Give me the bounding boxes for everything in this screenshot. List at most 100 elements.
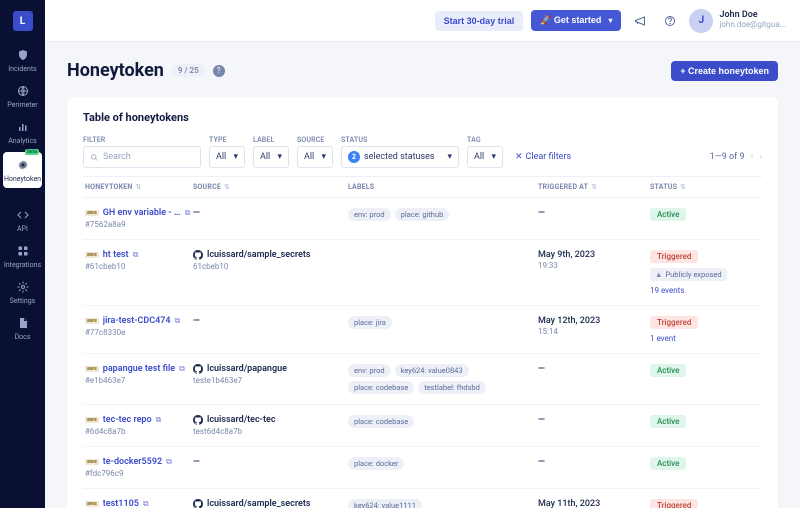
label-tag[interactable]: place: docker bbox=[348, 457, 404, 470]
code-icon bbox=[16, 208, 30, 222]
github-icon bbox=[193, 250, 203, 260]
github-icon bbox=[193, 415, 203, 425]
honeytoken-id: #77c8330e bbox=[85, 328, 193, 337]
copy-icon[interactable]: ⧉ bbox=[133, 250, 139, 260]
label-tag[interactable]: key624: value0843 bbox=[395, 364, 469, 377]
sidebar-item-label: Honeytoken bbox=[4, 175, 41, 183]
honeytoken-link[interactable]: ht test bbox=[103, 250, 129, 260]
shield-icon bbox=[16, 48, 30, 62]
aws-badge: aws bbox=[85, 459, 99, 465]
label-tag[interactable]: env: prod bbox=[348, 364, 391, 377]
sidebar-item-label: Perimeter bbox=[7, 101, 37, 109]
user-email: john.doe@gitgua... bbox=[719, 21, 786, 30]
label-tag[interactable]: env: prod bbox=[348, 208, 391, 221]
source-repo[interactable]: lcuissard/papangue bbox=[207, 364, 287, 374]
label-tag[interactable]: place: codebase bbox=[348, 415, 414, 428]
source-file: test6d4c8a7b bbox=[193, 427, 348, 436]
label-tag[interactable]: place: codebase bbox=[348, 381, 414, 394]
page-title: Honeytoken bbox=[67, 60, 164, 81]
aws-badge: aws bbox=[85, 252, 99, 258]
clear-filters-button[interactable]: ✕Clear filters bbox=[515, 146, 571, 168]
x-icon: ✕ bbox=[515, 152, 523, 162]
copy-icon[interactable]: ⧉ bbox=[166, 457, 172, 467]
get-started-button[interactable]: 🚀 Get started bbox=[531, 10, 621, 31]
sidebar-item-honeytoken[interactable]: betaHoneytoken bbox=[3, 152, 42, 188]
sidebar-item-incidents[interactable]: Incidents bbox=[0, 42, 45, 78]
events-link[interactable]: 19 events bbox=[650, 286, 740, 295]
start-trial-button[interactable]: Start 30-day trial bbox=[435, 11, 524, 31]
gear-icon bbox=[16, 158, 30, 172]
honeytoken-link[interactable]: papangue test file bbox=[103, 364, 175, 374]
sidebar-item-api[interactable]: API bbox=[0, 202, 45, 238]
honeytoken-link[interactable]: test1105 bbox=[103, 499, 139, 508]
table-header: HONEYTOKEN⇅ SOURCE⇅ LABELS TRIGGERED AT⇅… bbox=[83, 176, 762, 198]
honeytoken-link[interactable]: GH env variable - dat... bbox=[103, 208, 181, 218]
search-icon bbox=[90, 153, 99, 162]
source-repo[interactable]: lcuissard/tec-tec bbox=[207, 415, 276, 425]
copy-icon[interactable]: ⧉ bbox=[143, 499, 149, 508]
pager: 1—9 of 9 ‹ › bbox=[710, 146, 762, 168]
prev-page-button[interactable]: ‹ bbox=[751, 152, 754, 162]
honeytoken-link[interactable]: jira-test-CDC474 bbox=[103, 316, 171, 326]
copy-icon[interactable]: ⧉ bbox=[175, 316, 181, 326]
tag-filter[interactable]: All▾ bbox=[467, 146, 503, 168]
announce-icon[interactable] bbox=[629, 10, 651, 32]
sidebar-item-settings[interactable]: Settings bbox=[0, 274, 45, 310]
no-trigger: — bbox=[538, 457, 545, 467]
col-triggered[interactable]: TRIGGERED AT⇅ bbox=[538, 183, 650, 191]
help-icon[interactable] bbox=[659, 10, 681, 32]
no-source: — bbox=[193, 208, 200, 218]
col-honeytoken[interactable]: HONEYTOKEN⇅ bbox=[83, 183, 193, 191]
label-tag[interactable]: place: github bbox=[395, 208, 450, 221]
create-honeytoken-button[interactable]: + Create honeytoken bbox=[671, 61, 778, 81]
honeytoken-id: #e1b463e7 bbox=[85, 376, 193, 385]
search-input[interactable]: Search bbox=[83, 146, 201, 168]
sidebar-item-perimeter[interactable]: Perimeter bbox=[0, 78, 45, 114]
col-labels: LABELS bbox=[348, 183, 538, 191]
honeytoken-link[interactable]: tec-tec repo bbox=[103, 415, 152, 425]
sidebar: L Incidents Perimeter Analytics betaHoneyto… bbox=[0, 0, 45, 508]
page-help-icon[interactable]: ? bbox=[213, 65, 225, 77]
status-badge: Active bbox=[650, 364, 686, 377]
label-filter[interactable]: All▾ bbox=[253, 146, 289, 168]
github-icon bbox=[193, 499, 203, 508]
logo[interactable]: L bbox=[0, 0, 45, 42]
sidebar-item-label: Incidents bbox=[8, 65, 37, 73]
sidebar-item-integrations[interactable]: Integrations bbox=[0, 238, 45, 274]
no-trigger: — bbox=[538, 364, 545, 374]
copy-icon[interactable]: ⧉ bbox=[179, 364, 185, 374]
table-row: awsht test⧉ #61cbeb10lcuissard/sample_se… bbox=[83, 240, 762, 306]
label-tag[interactable]: place: jira bbox=[348, 316, 392, 329]
source-repo[interactable]: lcuissard/sample_secrets bbox=[207, 499, 310, 508]
honeytoken-link[interactable]: te-docker5592 bbox=[103, 457, 162, 467]
source-repo[interactable]: lcuissard/sample_secrets bbox=[207, 250, 310, 260]
honeytoken-id: #7562a8a9 bbox=[85, 220, 193, 229]
type-filter[interactable]: All▾ bbox=[209, 146, 245, 168]
honeytoken-table-card: Table of honeytokens FILTER Search TYPEA… bbox=[67, 97, 778, 508]
triggered-date: May 11th, 2023 bbox=[538, 499, 650, 508]
sidebar-item-label: Analytics bbox=[8, 137, 37, 145]
sidebar-item-label: Docs bbox=[15, 333, 31, 341]
events-link[interactable]: 1 event bbox=[650, 334, 740, 343]
copy-icon[interactable]: ⧉ bbox=[185, 208, 191, 218]
next-page-button[interactable]: › bbox=[759, 152, 762, 162]
user-menu[interactable]: J John Doe john.doe@gitgua... bbox=[689, 9, 786, 33]
label-tag[interactable]: key624: value1111 bbox=[348, 499, 422, 508]
avatar: J bbox=[689, 9, 713, 33]
sort-icon: ⇅ bbox=[224, 183, 230, 191]
sidebar-item-docs[interactable]: Docs bbox=[0, 310, 45, 346]
publicly-exposed-badge: ▲Publicly exposed bbox=[650, 268, 727, 281]
source-file: 61cbeb10 bbox=[193, 262, 348, 271]
col-source[interactable]: SOURCE⇅ bbox=[193, 183, 348, 191]
triggered-date: May 9th, 2023 bbox=[538, 250, 650, 260]
copy-icon[interactable]: ⧉ bbox=[156, 415, 162, 425]
label-tag[interactable]: testlabel: fhdsbd bbox=[418, 381, 486, 394]
source-filter[interactable]: All▾ bbox=[297, 146, 333, 168]
filter-label: FILTER bbox=[83, 136, 201, 144]
col-status[interactable]: STATUS⇅ bbox=[650, 183, 740, 191]
triggered-date: May 12th, 2023 bbox=[538, 316, 650, 326]
sidebar-item-label: Integrations bbox=[4, 261, 41, 269]
chevron-down-icon: ▾ bbox=[491, 152, 496, 162]
status-filter[interactable]: 2selected statuses▾ bbox=[341, 146, 459, 168]
sidebar-item-analytics[interactable]: Analytics bbox=[0, 114, 45, 150]
